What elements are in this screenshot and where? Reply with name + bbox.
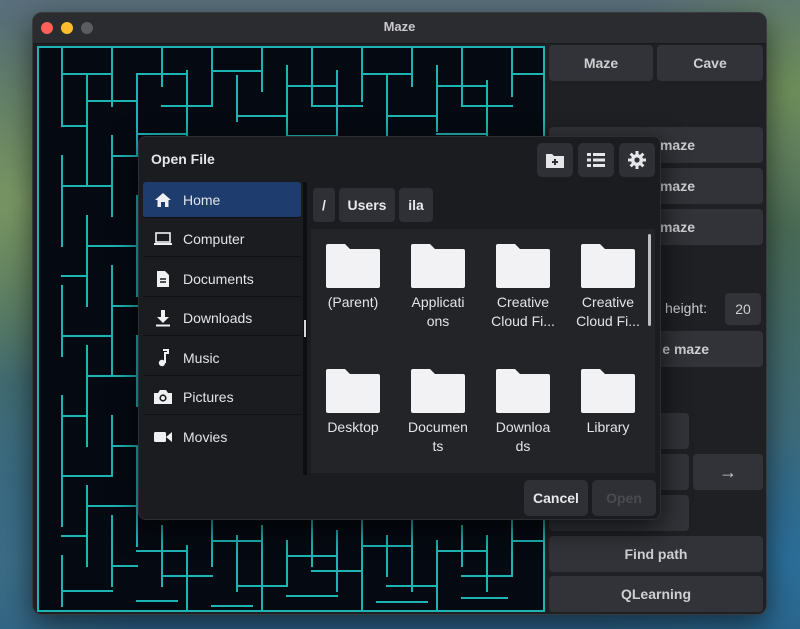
sidebar-item-label: Pictures [183,388,234,405]
sidebar-item-label: Home [183,191,221,208]
music-icon [143,348,183,367]
sidebar-item-label: Music [183,349,220,366]
home-icon [143,192,183,208]
open-file-dialog: Open File Home Computer Documents Downlo… [138,136,661,520]
file-item-applications[interactable]: Applicati ons [398,243,478,331]
new-folder-icon[interactable] [537,143,573,177]
move-right-button[interactable]: → [693,454,763,490]
cancel-button[interactable]: Cancel [524,480,588,516]
breadcrumb-root[interactable]: / [313,188,335,222]
height-input[interactable]: 20 [725,293,761,325]
tab-cave[interactable]: Cave [657,45,763,81]
sidebar-item-movies[interactable]: Movies [143,419,301,455]
sidebar-item-computer[interactable]: Computer [143,221,301,257]
list-view-icon[interactable] [578,143,614,177]
title-bar: Maze [33,13,766,44]
sidebar-item-documents[interactable]: Documents [143,261,301,297]
breadcrumb-users[interactable]: Users [339,188,395,222]
file-item-creative-cloud-2[interactable]: Creative Cloud Fi... [568,243,648,331]
find-path-button[interactable]: Find path [549,536,763,572]
file-item-library[interactable]: Library [568,368,648,437]
file-item-documents[interactable]: Documen ts [398,368,478,456]
download-icon [143,309,183,327]
sidebar-item-music[interactable]: Music [143,340,301,376]
sidebar-item-label: Movies [183,429,228,445]
movie-icon [143,430,183,444]
file-item-desktop[interactable]: Desktop [313,368,393,437]
document-icon [143,270,183,288]
window-title: Maze [383,19,416,34]
sidebar-item-downloads[interactable]: Downloads [143,300,301,336]
sidebar-item-home[interactable]: Home [143,182,301,218]
open-button[interactable]: Open [592,480,656,516]
folder-icon [581,369,635,413]
file-item-downloads[interactable]: Downloa ds [483,368,563,456]
folder-icon [326,369,380,413]
file-grid-scrollbar[interactable] [648,234,651,326]
sidebar-item-label: Documents [183,270,254,287]
folder-icon [496,369,550,413]
folder-icon [581,244,635,288]
height-label: height: [665,300,708,316]
folder-icon [411,369,465,413]
places-sidebar: Home Computer Documents Downloads Music … [143,182,301,478]
folder-icon [326,244,380,288]
sidebar-item-label: Downloads [183,309,253,326]
sidebar-item-pictures[interactable]: Pictures [143,379,301,415]
file-item-creative-cloud-1[interactable]: Creative Cloud Fi... [483,243,563,331]
pane-divider-handle[interactable] [304,320,306,337]
qlearning-button[interactable]: QLearning [549,576,763,612]
tab-maze[interactable]: Maze [549,45,653,81]
file-item-parent[interactable]: (Parent) [313,243,393,312]
folder-icon [411,244,465,288]
dialog-title: Open File [151,151,215,167]
laptop-icon [143,231,183,246]
camera-icon [143,389,183,405]
folder-icon [496,244,550,288]
breadcrumb-ila[interactable]: ila [399,188,433,222]
file-grid: (Parent) Applicati ons Creative Cloud Fi… [311,229,655,473]
sidebar-item-label: Computer [183,230,245,247]
gear-icon[interactable] [619,143,655,177]
